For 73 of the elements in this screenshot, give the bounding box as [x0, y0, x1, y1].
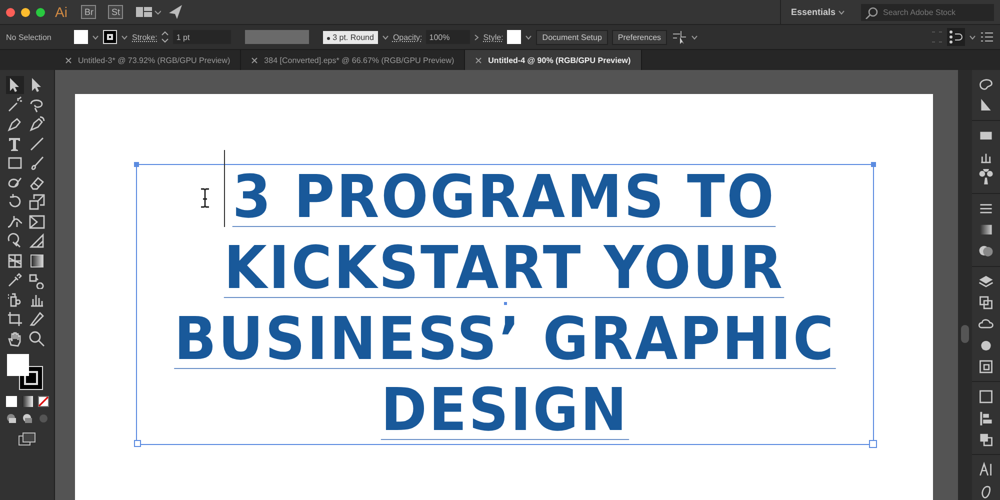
free-transform-icon[interactable] — [28, 212, 46, 230]
chevron-icon[interactable] — [525, 34, 532, 40]
close-icon[interactable] — [475, 56, 482, 64]
opacity-field[interactable]: 100% — [426, 30, 470, 44]
search-field[interactable]: Search Adobe Stock — [861, 4, 994, 20]
scale-icon[interactable] — [28, 193, 46, 211]
color-mode-swatch[interactable] — [6, 396, 16, 406]
eyedropper-icon[interactable] — [6, 271, 24, 289]
selection-handle[interactable] — [134, 440, 140, 447]
zoom-icon[interactable] — [28, 330, 46, 348]
draw-behind-icon[interactable] — [22, 412, 32, 424]
heading-line[interactable]: KICKSTART YOUR — [224, 239, 785, 298]
heading-line[interactable]: BUSINESS’ GRAPHIC — [174, 310, 836, 369]
chevron-icon — [838, 10, 845, 15]
stepper-icon[interactable] — [161, 30, 170, 44]
center-point — [504, 302, 506, 305]
curvature-pen-icon[interactable] — [28, 115, 46, 133]
selection-status: No Selection — [6, 32, 52, 42]
text-cursor-icon — [199, 188, 211, 208]
paper-plane-icon[interactable] — [166, 4, 183, 20]
selection-handle[interactable] — [868, 440, 876, 448]
scrollbar-thumb[interactable] — [961, 325, 969, 343]
app-logo: Ai — [55, 4, 68, 20]
mesh-icon[interactable] — [6, 252, 24, 270]
brush-dropdown[interactable]: 3 pt. Round — [323, 30, 378, 44]
toolbar-button[interactable]: Preferences — [612, 30, 668, 44]
toolbar-button[interactable]: Document Setup — [536, 30, 608, 44]
club-icon[interactable] — [977, 169, 995, 187]
chevron-icon[interactable] — [121, 34, 128, 40]
fill-swatch[interactable] — [74, 30, 88, 44]
align-icon[interactable] — [977, 410, 995, 428]
style-swatch[interactable] — [507, 30, 522, 44]
app-launcher-button[interactable]: St — [108, 5, 123, 19]
perspective-grid-icon[interactable] — [28, 232, 46, 250]
artboards-icon[interactable] — [977, 294, 995, 312]
selection-handle[interactable] — [870, 162, 876, 167]
close-window-button[interactable] — [6, 8, 15, 16]
chevron-icon[interactable] — [382, 34, 389, 40]
close-icon[interactable] — [251, 56, 258, 64]
gradient-icon[interactable] — [28, 252, 46, 270]
gradient-mode-swatch[interactable] — [22, 396, 32, 406]
stroke-weight-field[interactable]: 1 pt — [173, 30, 232, 44]
select-similar-icon[interactable] — [671, 29, 688, 45]
none-swatch-icon[interactable] — [38, 396, 48, 406]
arrange-documents-icon[interactable] — [134, 5, 161, 19]
close-icon[interactable] — [65, 56, 72, 64]
app-launcher-button[interactable]: Br — [81, 5, 96, 19]
artboard-icon[interactable] — [6, 310, 24, 328]
heading-line[interactable]: DESIGN — [380, 381, 628, 440]
heading-line[interactable]: 3 PROGRAMS TO — [232, 168, 776, 227]
chevron-icon[interactable] — [92, 34, 99, 40]
selection-handle[interactable] — [134, 162, 138, 167]
bullet-icon — [327, 36, 330, 40]
maximize-window-button[interactable] — [36, 8, 45, 16]
magic-wand-icon[interactable] — [6, 96, 24, 114]
pathfinder-icon[interactable] — [977, 431, 995, 448]
chevron-icon[interactable] — [969, 34, 976, 40]
opacity-label[interactable]: Opacity: — [392, 32, 422, 42]
style-label[interactable]: Style: — [483, 32, 504, 42]
screen-mode-icon[interactable] — [18, 432, 36, 446]
minimize-window-button[interactable] — [21, 8, 30, 16]
document-tab[interactable]: Untitled-4 @ 90% (RGB/GPU Preview) — [465, 50, 642, 70]
search-icon — [865, 6, 879, 18]
draw-normal-icon[interactable] — [6, 412, 16, 424]
slice-icon[interactable] — [28, 310, 46, 328]
panel-menu-icon[interactable] — [980, 31, 994, 43]
chevron-icon[interactable] — [691, 34, 698, 40]
workspace-switcher[interactable]: Essentials — [780, 0, 855, 24]
chevron-icon[interactable] — [474, 34, 480, 40]
stroke-swatch[interactable] — [103, 30, 117, 44]
line-segment-icon[interactable] — [28, 134, 46, 152]
transform-icon[interactable] — [977, 388, 995, 406]
stroke-label[interactable]: Stroke: — [132, 32, 158, 42]
